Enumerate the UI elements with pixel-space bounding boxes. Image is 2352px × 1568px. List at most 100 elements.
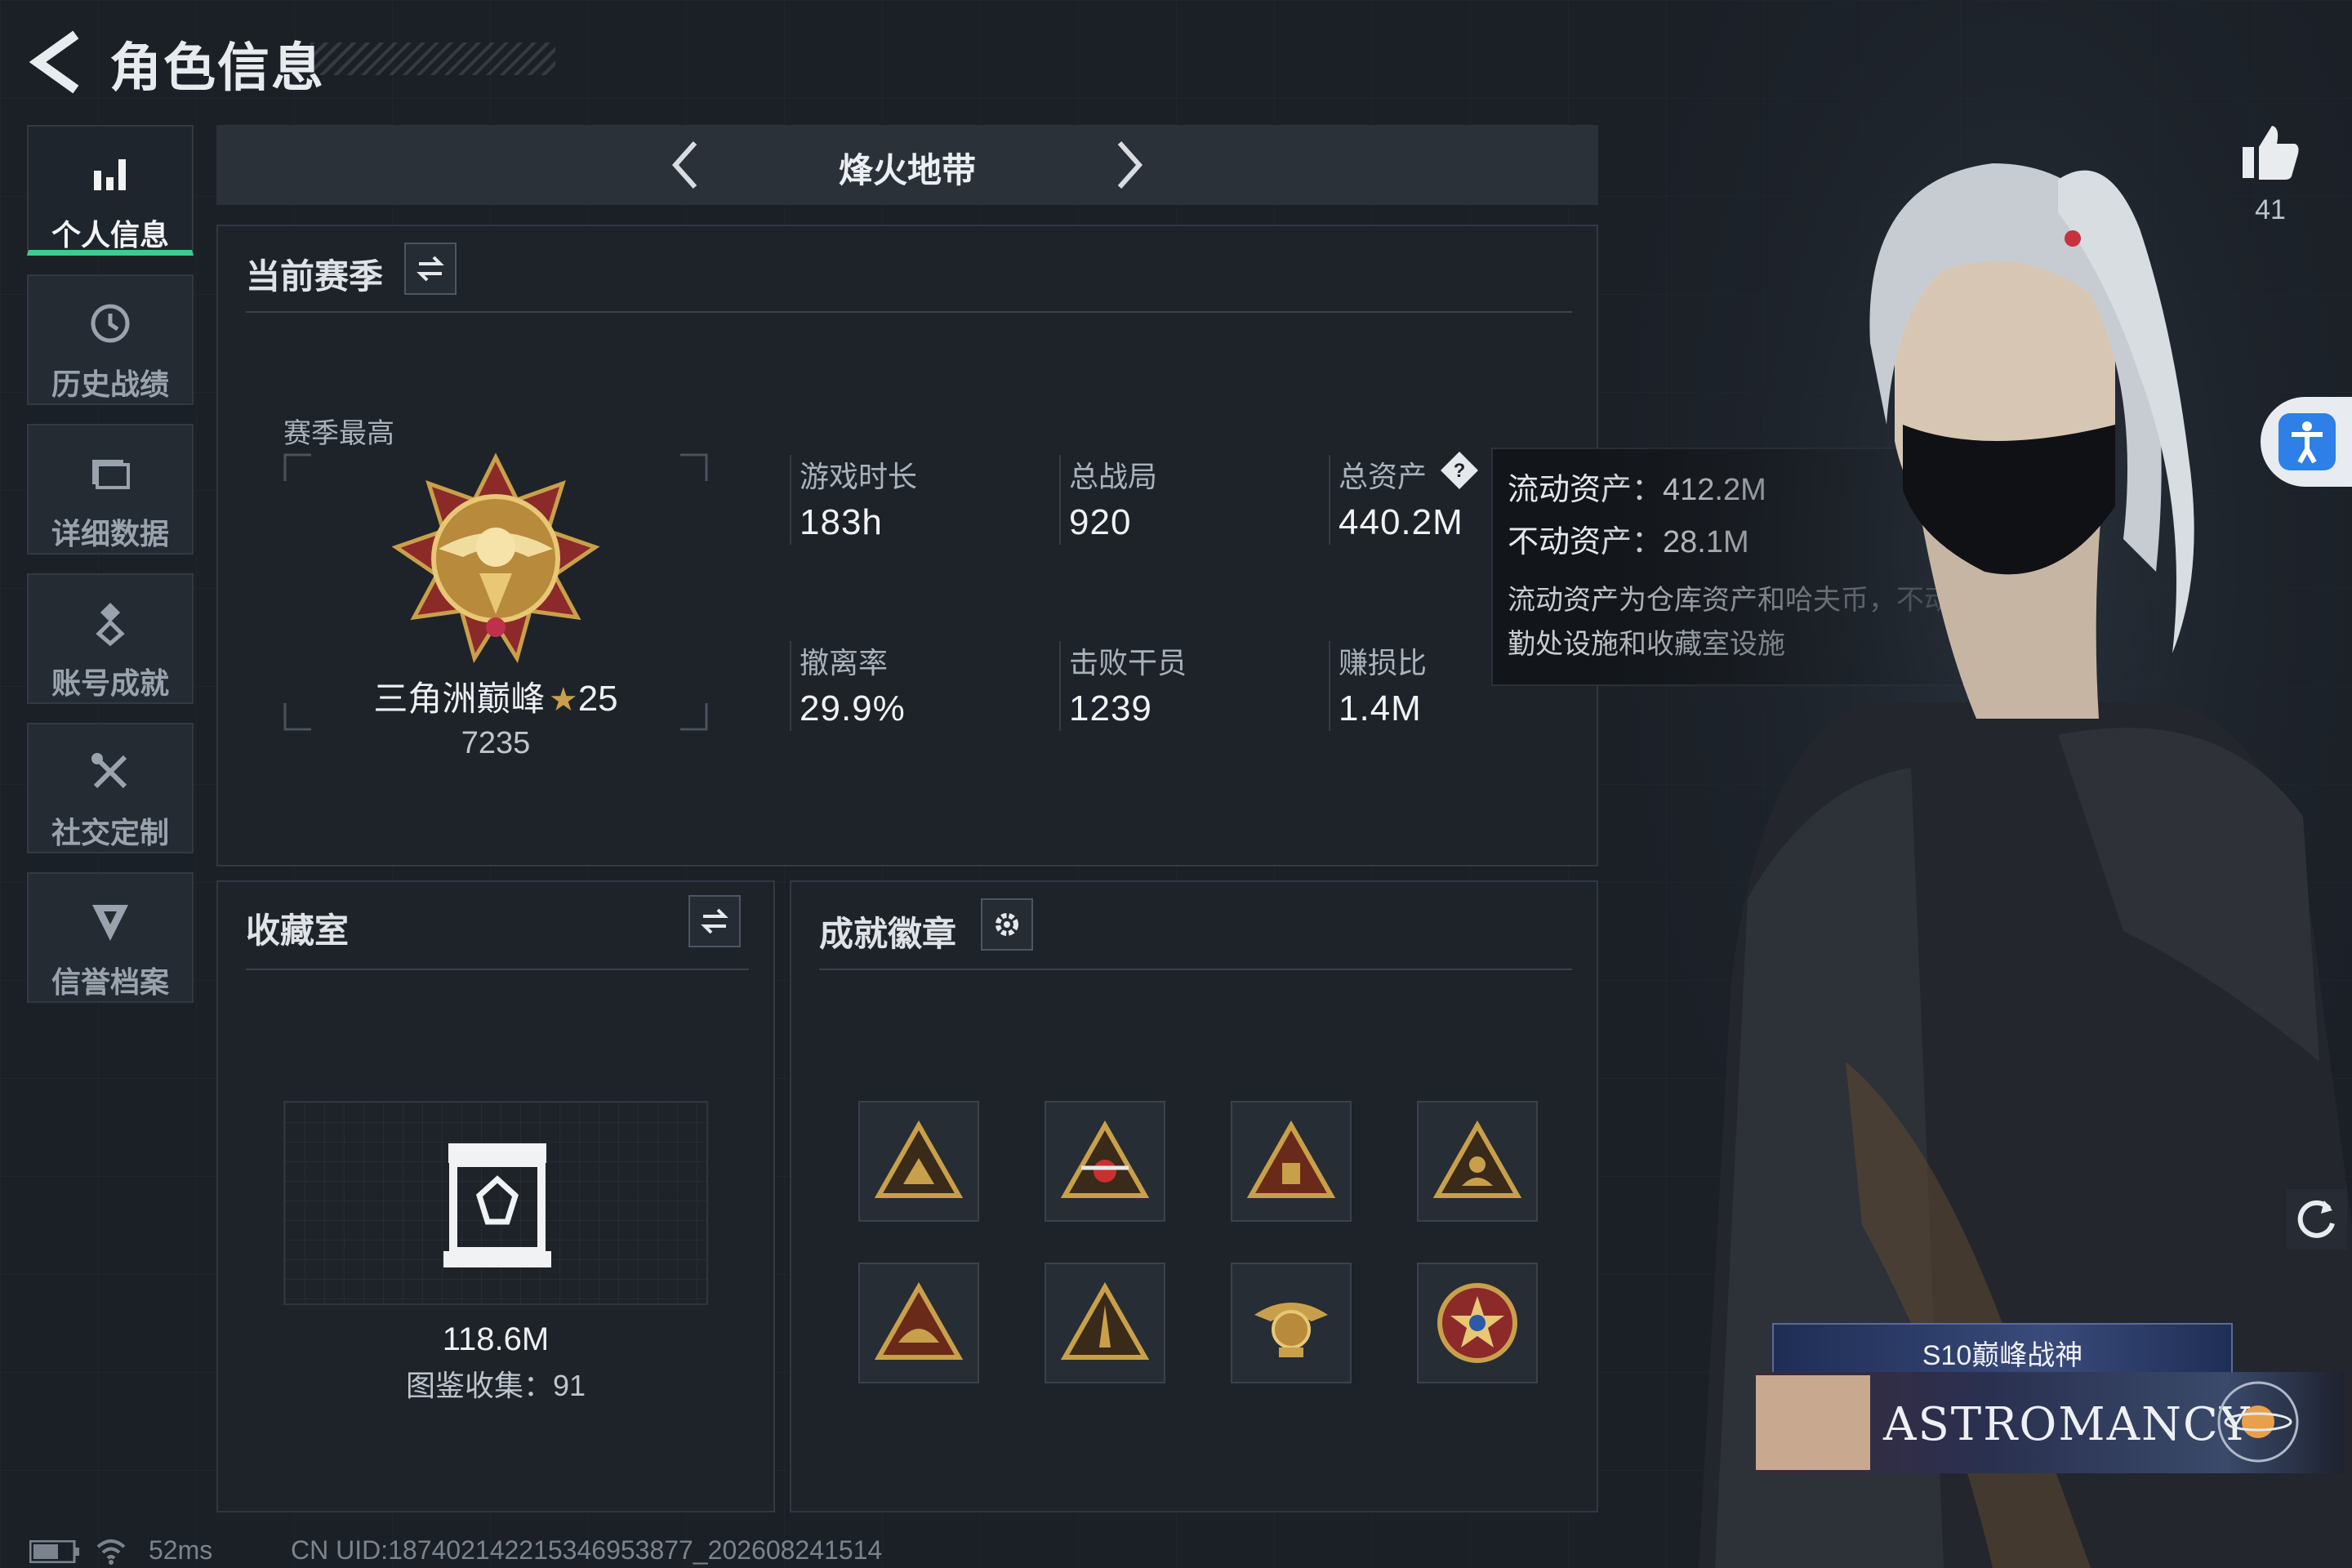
achievement-icon	[29, 598, 192, 647]
divider	[790, 455, 791, 545]
like-button[interactable]	[2238, 119, 2303, 185]
assets-help-button[interactable]: ?	[1439, 450, 1480, 491]
svg-text:?: ?	[1454, 460, 1466, 482]
uid-text: CN UID:187402142215346953877_20260824151…	[291, 1535, 883, 1565]
achievement-badge-8[interactable]	[1417, 1263, 1538, 1383]
achievement-badge-3[interactable]	[1231, 1101, 1352, 1222]
nav-label: 个人信息	[51, 218, 169, 252]
achievements-settings-button[interactable]	[981, 898, 1033, 951]
nameplate-banner[interactable]: ASTROMANCY	[1756, 1372, 2344, 1473]
rank-emblem-icon	[391, 452, 600, 664]
nav-item-personal-info[interactable]: 个人信息	[27, 125, 194, 256]
rank-stars: 25	[577, 679, 618, 719]
question-diamond-icon: ?	[1441, 452, 1478, 489]
star-medal-icon	[1437, 1283, 1517, 1363]
rank-score: 7235	[461, 726, 531, 760]
display-case-icon	[443, 1143, 551, 1267]
season-title: 当前赛季	[246, 257, 384, 296]
nav-label: 详细数据	[51, 517, 169, 550]
swap-icon	[701, 908, 728, 934]
divider	[246, 969, 749, 970]
nav-label: 社交定制	[51, 816, 169, 849]
title-card[interactable]: S10巅峰战神	[1772, 1323, 2233, 1374]
collection-panel: 收藏室 118.6M 图鉴收集：91	[216, 880, 775, 1512]
achievement-badge-5[interactable]	[858, 1263, 979, 1383]
season-panel: 当前赛季 赛季最高 三角洲巅峰 ★25 7235 游戏时长 183h 总战局 9…	[216, 225, 1598, 866]
nav-item-reputation[interactable]: 信誉档案	[27, 872, 194, 1003]
collection-value: 118.6M	[442, 1321, 550, 1357]
divider	[819, 969, 1572, 970]
season-switch-button[interactable]	[404, 243, 457, 295]
eagle-badge-icon	[1254, 1303, 1328, 1357]
planet-icon	[2217, 1381, 2299, 1463]
stat-label-kills: 击败干员	[1069, 646, 1187, 679]
nav-label: 信誉档案	[51, 965, 169, 999]
stat-label-profit-ratio: 赚损比	[1339, 646, 1428, 679]
title-decoration	[310, 42, 555, 75]
stat-value-playtime: 183h	[800, 502, 883, 542]
mode-selector: 烽火地带	[216, 125, 1598, 205]
divider	[246, 311, 1572, 313]
stat-value-total-matches: 920	[1069, 502, 1132, 542]
nav-item-history[interactable]: 历史战绩	[27, 274, 194, 405]
mode-title: 烽火地带	[838, 151, 976, 189]
nav-item-detail-data[interactable]: 详细数据	[27, 424, 194, 555]
rank-name: 三角洲巅峰	[373, 679, 546, 718]
gear-icon	[996, 913, 1018, 936]
stat-value-total-assets: 440.2M	[1339, 502, 1463, 542]
triangle-badge-icon	[874, 1282, 964, 1360]
battery-icon	[29, 1540, 79, 1563]
tools-icon	[29, 747, 192, 796]
triangle-badge-icon	[874, 1120, 964, 1198]
achievement-badge-7[interactable]	[1231, 1263, 1352, 1383]
nav-label: 账号成就	[51, 666, 169, 700]
achievement-badge-6[interactable]	[1045, 1263, 1165, 1383]
divider	[790, 641, 791, 731]
achievements-title: 成就徽章	[819, 915, 957, 953]
collection-showcase[interactable]	[283, 1101, 708, 1305]
stat-label-total-assets: 总资产	[1339, 460, 1428, 493]
collection-title: 收藏室	[246, 911, 350, 950]
collection-count: 图鉴收集：91	[405, 1369, 586, 1402]
page-title: 角色信息	[109, 38, 325, 97]
triangle-badge-icon	[1060, 1120, 1150, 1198]
banner-text: ASTROMANCY	[1883, 1398, 2252, 1451]
stat-label-extract-rate: 撤离率	[800, 646, 889, 679]
triangle-badge-icon	[1246, 1120, 1336, 1198]
avatar	[1756, 1375, 1870, 1470]
folder-icon	[29, 448, 192, 497]
back-arrow-icon	[29, 30, 79, 94]
ping-text: 52ms	[149, 1535, 213, 1565]
achievement-badge-1[interactable]	[858, 1101, 979, 1222]
character-display: 41 S10巅峰战神 ASTROMANCY	[1601, 0, 2352, 1568]
stat-value-extract-rate: 29.9%	[800, 688, 906, 728]
achievement-badge-4[interactable]	[1417, 1101, 1538, 1222]
stat-label-playtime: 游戏时长	[800, 460, 918, 493]
triangle-badge-icon	[1060, 1282, 1150, 1360]
divider	[1059, 455, 1061, 545]
next-mode-button[interactable]	[1100, 136, 1157, 194]
back-button[interactable]	[24, 29, 90, 95]
stat-value-profit-ratio: 1.4M	[1339, 688, 1422, 728]
divider	[1329, 455, 1330, 545]
thumbs-up-icon	[2243, 126, 2299, 180]
rank-title: 三角洲巅峰 ★25	[349, 671, 643, 721]
achievement-badge-2[interactable]	[1045, 1101, 1165, 1222]
divider	[1329, 641, 1330, 731]
history-icon	[29, 299, 192, 348]
rotate-icon	[2297, 1200, 2335, 1238]
season-best-label: 赛季最高	[283, 418, 394, 449]
like-count: 41	[2255, 194, 2286, 225]
accessibility-button[interactable]	[2261, 397, 2352, 487]
stat-label-total-matches: 总战局	[1069, 460, 1158, 493]
divider	[1059, 641, 1061, 731]
triangle-badge-icon	[1432, 1120, 1522, 1198]
nav-item-achievements[interactable]: 账号成就	[27, 573, 194, 704]
swap-icon	[416, 256, 444, 282]
rotate-model-button[interactable]	[2287, 1189, 2347, 1250]
wifi-icon	[96, 1539, 126, 1565]
bar-chart-icon	[29, 149, 192, 198]
nav-item-social[interactable]: 社交定制	[27, 723, 194, 853]
collection-switch-button[interactable]	[688, 895, 741, 947]
title-card-text: S10巅峰战神	[1922, 1340, 2083, 1371]
